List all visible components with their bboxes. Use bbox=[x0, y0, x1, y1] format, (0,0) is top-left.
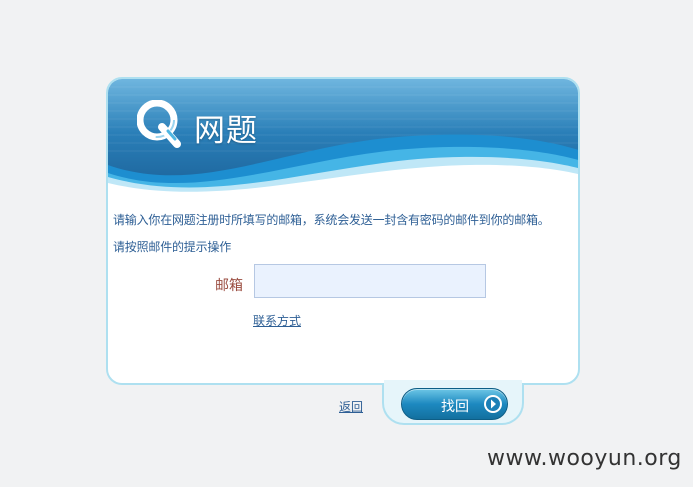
login-panel: 网题 请输入你在网题注册时所填写的邮箱，系统会发送一封含有密码的邮件到你的邮箱。… bbox=[106, 77, 580, 385]
arrow-right-circle-icon bbox=[484, 395, 502, 413]
email-input[interactable] bbox=[254, 264, 486, 298]
find-button[interactable]: 找回 bbox=[401, 388, 508, 420]
q-logo-icon bbox=[137, 100, 181, 148]
site-logo-text: 网题 bbox=[194, 113, 258, 149]
contact-link[interactable]: 联系方式 bbox=[253, 312, 301, 329]
instruction-text: 请输入你在网题注册时所填写的邮箱，系统会发送一封含有密码的邮件到你的邮箱。 bbox=[113, 213, 550, 227]
button-tab-joint bbox=[384, 380, 522, 388]
watermark-text: www.wooyun.org bbox=[487, 446, 682, 471]
email-label: 邮箱 bbox=[215, 278, 243, 294]
instruction-text-secondary: 请按照邮件的提示操作 bbox=[113, 240, 232, 254]
find-button-label: 找回 bbox=[441, 399, 469, 415]
return-link[interactable]: 返回 bbox=[339, 398, 363, 415]
panel-header: 网题 bbox=[108, 79, 578, 199]
